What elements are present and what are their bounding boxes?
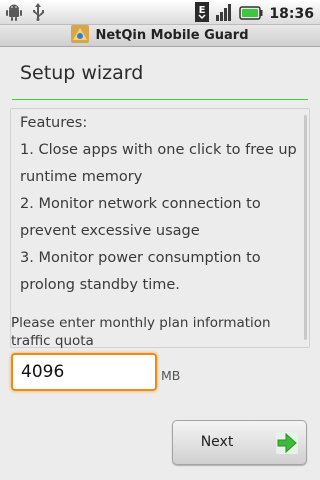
feature-line: 2. Monitor network connection to (20, 196, 261, 212)
feature-line: 1. Close apps with one click to free up (20, 142, 297, 158)
features-panel[interactable]: Features: 1. Close apps with one click t… (10, 108, 310, 348)
status-bar: E 18:36 (0, 0, 320, 25)
page-title: Setup wizard (20, 62, 144, 84)
setup-wizard-screen: Setup wizard Features: 1. Close apps wit… (0, 47, 320, 480)
status-time: 18:36 (269, 6, 314, 22)
feature-line: 3. Monitor power consumption to (20, 250, 261, 266)
feature-line: runtime memory (20, 169, 143, 185)
edge-network-icon: E (195, 2, 210, 26)
features-heading: Features: (20, 115, 88, 131)
title-bar: NetQin Mobile Guard (0, 24, 320, 47)
next-button[interactable]: Next (172, 420, 307, 465)
svg-text:E: E (199, 5, 206, 16)
android-debug-icon (6, 3, 22, 25)
app-title: NetQin Mobile Guard (95, 28, 249, 43)
next-button-label: Next (200, 434, 234, 450)
feature-line: prolong standby time. (20, 277, 180, 293)
quota-input[interactable] (11, 353, 157, 391)
feature-line: prevent excessive usage (20, 223, 200, 239)
app-icon (71, 24, 90, 47)
quota-prompt: Please enter monthly plan information tr… (11, 315, 271, 349)
quota-unit: MB (161, 368, 181, 383)
features-scrollbar[interactable] (304, 115, 307, 340)
usb-icon (30, 3, 46, 25)
title-divider (12, 99, 308, 100)
battery-icon (239, 5, 263, 24)
signal-icon (215, 3, 233, 25)
next-arrow-icon (276, 432, 298, 458)
